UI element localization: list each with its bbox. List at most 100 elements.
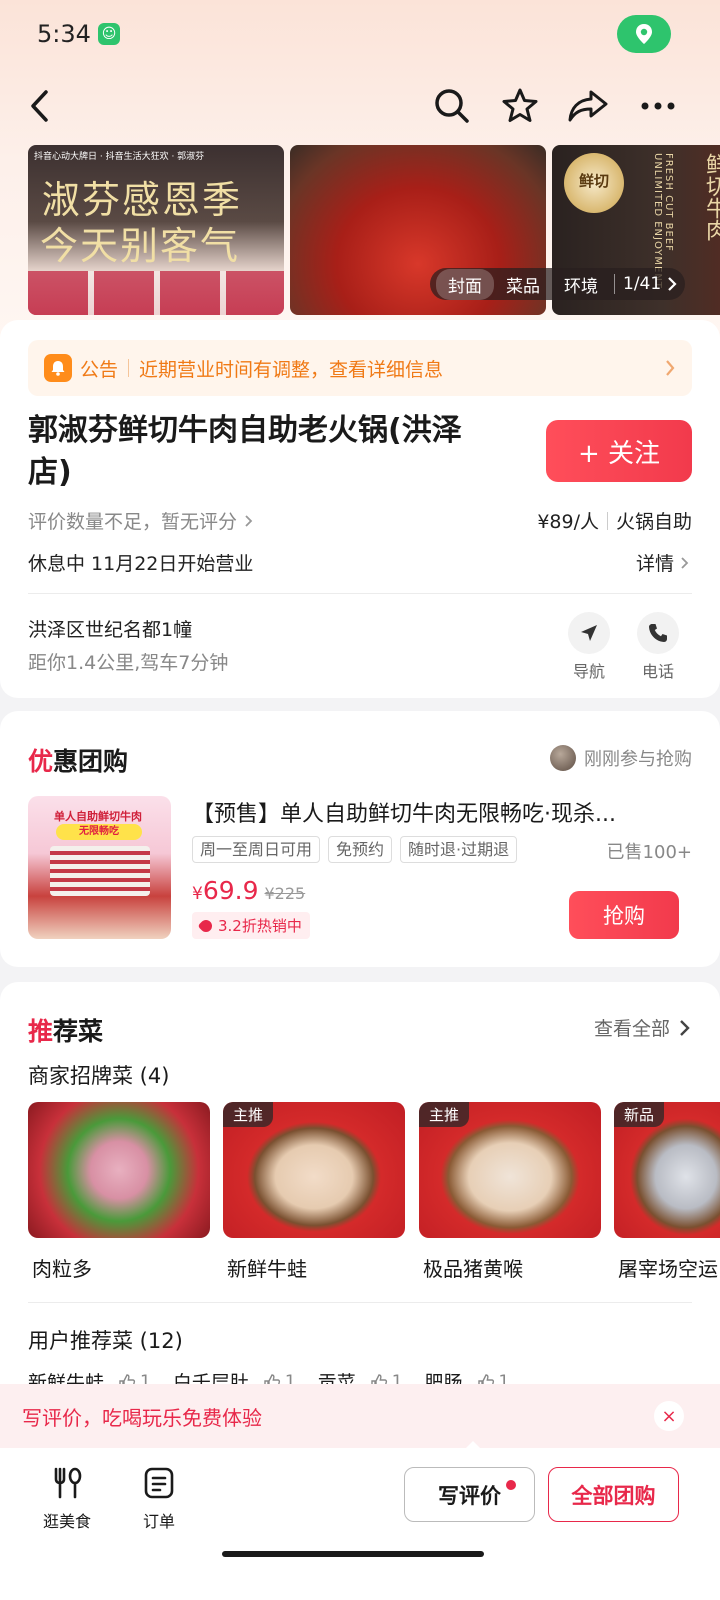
rating-text: 评价数量不足，暂无评分 [28,511,238,533]
back-button[interactable] [18,84,62,128]
tab-browse-food[interactable]: 逛美食 [32,1466,102,1532]
fork-spoon-icon [54,1467,82,1499]
notice-bar[interactable]: 公告 近期营业时间有调整，查看详细信息 [28,340,692,396]
recommend-section-title: 推荐菜 [28,1012,103,1048]
dish-card[interactable]: 主推 [419,1102,601,1238]
tab-label: 逛美食 [42,1512,91,1531]
phone-button[interactable] [637,612,679,654]
price-category: ¥89/人 火锅自助 [537,507,692,534]
user-dishes-title: 用户推荐菜 (12) [28,1329,183,1353]
star-icon [502,88,538,122]
gallery-photo-promo[interactable]: 抖音心动大牌日 · 抖音生活大狂欢 · 郭淑芬 淑芬感恩季 今天别客气 [28,145,284,315]
dish-badge: 主推 [419,1102,470,1127]
deal-image-plates [50,846,150,896]
deal-image-caption: 单人自助鲜切牛肉 [54,810,142,823]
back-arrow-icon [31,90,48,122]
dish-badge: 新品 [614,1102,665,1127]
original-price: ¥225 [264,884,306,903]
shop-distance: 距你1.4公里,驾车7分钟 [28,652,229,674]
navigate-label: 导航 [572,662,605,681]
follow-button[interactable]: + 关注 [546,420,692,482]
deal-tag: 随时退·过期退 [400,836,518,863]
business-hours: 休息中 11月22日开始营业 [28,553,254,575]
average-price: ¥89/人 [537,511,599,533]
search-button[interactable] [430,84,474,128]
gallery-tab-cover[interactable]: 封面 [436,268,494,300]
app-notification-icon: ☺ [98,23,120,45]
tab-orders[interactable]: 订单 [124,1466,194,1532]
share-button[interactable] [566,84,610,128]
see-all-label: 查看全部 [593,1018,670,1040]
navigation-arrow-icon [581,625,597,641]
dish-name: 新鲜牛蛙 [227,1257,307,1281]
promo-title-line1: 淑芬感恩季 [42,178,243,222]
order-list-icon [144,1467,174,1499]
recent-buyer-info: 刚刚参与抢购 [550,745,692,771]
details-link[interactable]: 详情 [636,549,692,576]
dish-card[interactable]: 主推 [223,1102,405,1238]
avatar [550,745,576,771]
buy-button[interactable]: 抢购 [569,891,679,939]
see-all-link[interactable]: 查看全部 [594,1014,692,1041]
promo-plates-graphic [28,271,284,315]
chevron-right-icon [668,277,677,291]
promo-logos: 抖音心动大牌日 · 抖音生活大狂欢 · 郭淑芬 [34,152,205,162]
dish-badge: 主推 [223,1102,274,1127]
gallery-counter-text: 1/41 [623,274,662,294]
photo-vertical-text: 鲜切牛肉 [702,153,720,241]
recent-buyer-text: 刚刚参与抢购 [584,749,692,770]
gallery-tab-environment[interactable]: 环境 [552,269,610,300]
all-deals-button[interactable]: 全部团购 [548,1467,679,1522]
notification-dot [506,1480,516,1490]
phone-icon [649,624,667,642]
favorite-button[interactable] [498,84,542,128]
signature-dishes-title: 商家招牌菜 (4) [28,1064,170,1088]
dish-card[interactable]: 新品 [614,1102,720,1238]
notice-label: 公告 [80,358,119,381]
details-label: 详情 [635,553,674,575]
fresh-cut-seal: 鲜切 [564,153,624,213]
gallery-counter[interactable]: 1/41 [614,274,679,294]
deal-sold-count: 已售100+ [606,842,692,863]
review-prompt-banner[interactable]: 写评价，吃喝玩乐免费体验 × [0,1384,720,1448]
deal-tag: 免预约 [328,836,393,863]
dish-card[interactable] [28,1102,210,1238]
deal-image[interactable]: 单人自助鲜切牛肉 无限畅吃 [28,796,171,939]
dish-name: 极品猪黄喉 [423,1257,523,1281]
dish-name: 肉粒多 [32,1257,92,1281]
shop-address[interactable]: 洪泽区世纪名都1幢 [28,615,192,642]
deal-image-subcaption: 无限畅吃 [56,824,142,840]
divider [28,1302,692,1303]
rating-link[interactable]: 评价数量不足，暂无评分 [28,507,253,534]
chevron-right-icon [680,1019,690,1036]
price-value: 69.9 [202,876,259,905]
deals-section-title: 优惠团购 [28,742,128,778]
location-indicator [617,15,671,53]
gallery-tab-dishes[interactable]: 菜品 [494,269,552,300]
review-prompt-text: 写评价，吃喝玩乐免费体验 [22,1405,262,1430]
recommend-title-first: 推 [28,1017,54,1046]
deals-title-first: 优 [28,747,54,776]
close-icon[interactable]: × [654,1401,684,1431]
home-indicator[interactable] [222,1551,484,1557]
write-review-label: 写评价 [438,1483,501,1508]
share-icon [568,90,608,122]
flame-icon [197,917,215,934]
deals-title-rest: 惠团购 [53,747,129,776]
navigate-button[interactable] [568,612,610,654]
phone-label: 电话 [641,662,674,681]
write-review-button[interactable]: 写评价 [404,1467,535,1522]
deal-tag: 周一至周日可用 [192,836,321,863]
more-dots-icon [641,102,675,110]
more-button[interactable] [636,84,680,128]
promo-title-line2: 今天别客气 [40,224,241,268]
recommend-title-rest: 荐菜 [53,1017,104,1046]
deal-title[interactable]: 【预售】单人自助鲜切牛肉无限畅吃·现杀... [192,796,682,828]
chevron-right-icon [245,515,253,527]
location-pin-icon [636,24,652,44]
deal-tags: 周一至周日可用 免预约 随时退·过期退 [192,836,525,863]
discount-badge: 3.2折热销中 [192,912,310,939]
status-bar: 5:34 ☺ [0,0,720,70]
deal-price: ¥ 69.9 ¥225 [192,876,305,905]
bell-icon [44,354,72,382]
